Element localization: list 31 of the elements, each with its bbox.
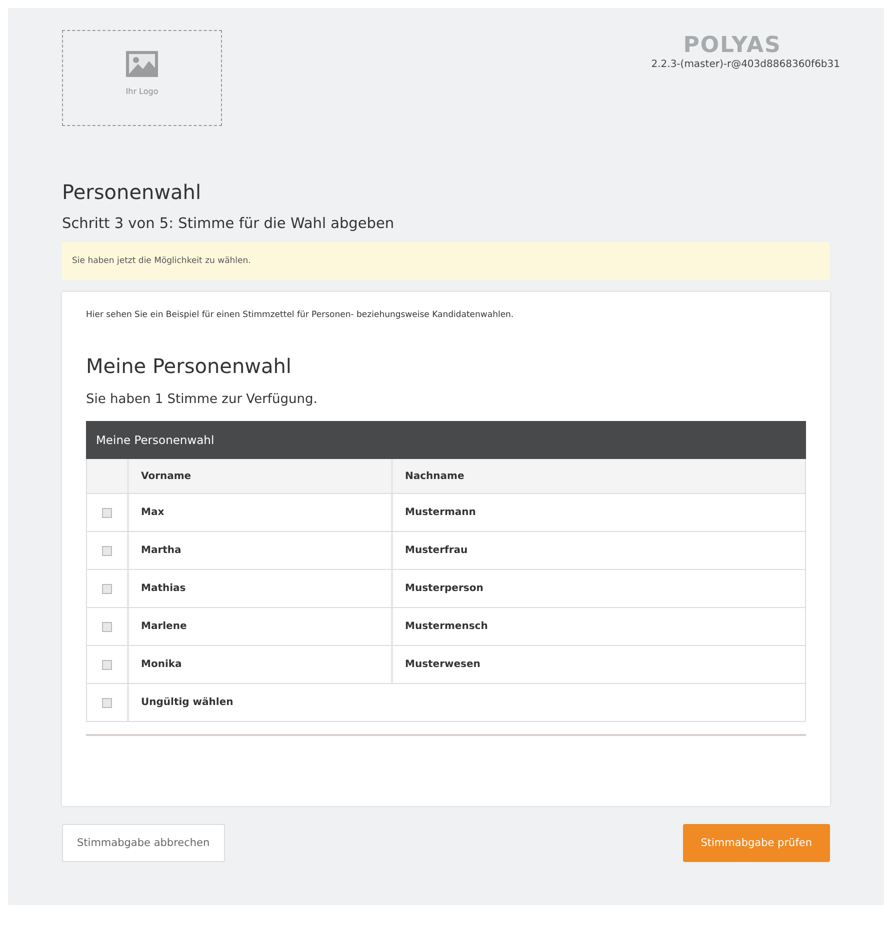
table-cell-text: Mustermann [404,506,477,520]
table-cell-text: Ungültig wählen [140,696,234,710]
ballot-title: Meine Personenwahl [86,354,292,378]
column-header: Vorname [129,459,393,493]
intro-text: Hier sehen Sie ein Beispiel für einen Stimmzettel für Personen- beziehungsweise Kandidatenwahlen. [86,310,515,320]
checkbox[interactable] [102,584,112,594]
checkbox[interactable] [102,660,112,670]
cancel-button[interactable]: Stimmabgabe abbrechen [62,824,225,862]
version-text: 2.2.3-(master)-r@403d8868360f6b31 [651,59,840,70]
table-cell: Marlene [129,608,393,645]
table-cell: Max [129,494,393,531]
checkbox[interactable] [102,622,112,632]
table-cell-text: Musterperson [404,582,484,596]
logo-label: Ihr Logo [126,87,158,96]
column-header: Nachname [404,470,466,484]
table-cell-text: Musterwesen [404,658,482,672]
checkbox[interactable] [102,546,112,556]
table-cell: Mathias [129,570,393,607]
notice-banner: Sie haben jetzt die Möglichkeit zu wählen. [62,242,830,280]
image-icon [126,51,158,77]
brand-logo: POLYAS [683,35,782,57]
votes-info: Sie haben 1 Stimme zur Verfügung. [86,392,318,407]
checkbox[interactable] [102,508,112,518]
table-cell-text: Mustermensch [404,620,489,634]
table-cell-text: Musterfrau [404,544,469,558]
table-title-bar: Meine Personenwahl [86,421,806,459]
table-cell: Martha [129,532,393,569]
step-heading: Schritt 3 von 5: Stimme für die Wahl abgeben [62,216,396,232]
checkbox[interactable] [102,698,112,708]
table-cell: Monika [129,646,393,683]
page-title: Personenwahl [62,180,202,204]
